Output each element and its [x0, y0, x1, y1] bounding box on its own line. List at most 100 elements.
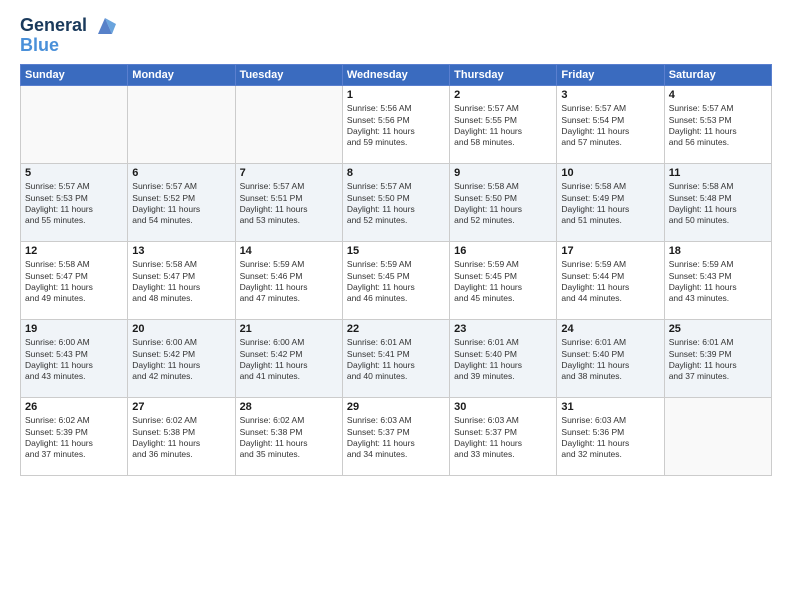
cell-info: Sunrise: 6:02 AM Sunset: 5:38 PM Dayligh…: [132, 415, 230, 461]
day-number: 31: [561, 401, 659, 413]
cell-info: Sunrise: 5:57 AM Sunset: 5:54 PM Dayligh…: [561, 103, 659, 149]
calendar-cell: 22 Sunrise: 6:01 AM Sunset: 5:41 PM Dayli…: [342, 320, 449, 398]
calendar-cell: 2Sunrise: 5:57 AM Sunset: 5:55 PM Daylig…: [450, 86, 557, 164]
day-number: 22: [347, 323, 445, 335]
day-number: 16: [454, 245, 552, 257]
cell-info: Sunrise: 5:56 AM Sunset: 5:56 PM Dayligh…: [347, 103, 445, 149]
weekday-header: Wednesday: [342, 65, 449, 86]
cell-info: Sunrise: 6:01 AM Sunset: 5:40 PM Dayligh…: [454, 337, 552, 383]
weekday-header: Monday: [128, 65, 235, 86]
calendar-table: SundayMondayTuesdayWednesdayThursdayFrid…: [20, 64, 772, 476]
cell-info: Sunrise: 6:00 AM Sunset: 5:43 PM Dayligh…: [25, 337, 123, 383]
calendar-cell: 7Sunrise: 5:57 AM Sunset: 5:51 PM Daylig…: [235, 164, 342, 242]
calendar-cell: 6Sunrise: 5:57 AM Sunset: 5:52 PM Daylig…: [128, 164, 235, 242]
cell-info: Sunrise: 5:58 AM Sunset: 5:50 PM Dayligh…: [454, 181, 552, 227]
page-container: General Blue SundayMondayTuesdayWednesda…: [0, 0, 792, 612]
calendar-cell: 29 Sunrise: 6:03 AM Sunset: 5:37 PM Dayli…: [342, 398, 449, 476]
cell-info: Sunrise: 5:59 AM Sunset: 5:44 PM Dayligh…: [561, 259, 659, 305]
calendar-cell: 17 Sunrise: 5:59 AM Sunset: 5:44 PM Dayli…: [557, 242, 664, 320]
cell-info: Sunrise: 5:58 AM Sunset: 5:48 PM Dayligh…: [669, 181, 767, 227]
calendar-cell: 14 Sunrise: 5:59 AM Sunset: 5:46 PM Dayli…: [235, 242, 342, 320]
calendar-cell: 5 Sunrise: 5:57 AM Sunset: 5:53 PM Daylig…: [21, 164, 128, 242]
calendar-cell: 13 Sunrise: 5:58 AM Sunset: 5:47 PM Dayli…: [128, 242, 235, 320]
day-number: 8: [347, 167, 445, 179]
calendar-cell: 9 Sunrise: 5:58 AM Sunset: 5:50 PM Daylig…: [450, 164, 557, 242]
cell-info: Sunrise: 5:59 AM Sunset: 5:45 PM Dayligh…: [454, 259, 552, 305]
day-number: 28: [240, 401, 338, 413]
day-number: 20: [132, 323, 230, 335]
calendar-cell: 24 Sunrise: 6:01 AM Sunset: 5:40 PM Dayli…: [557, 320, 664, 398]
weekday-header: Sunday: [21, 65, 128, 86]
cell-info: Sunrise: 6:01 AM Sunset: 5:40 PM Dayligh…: [561, 337, 659, 383]
weekday-header: Friday: [557, 65, 664, 86]
calendar-cell: 11 Sunrise: 5:58 AM Sunset: 5:48 PM Dayli…: [664, 164, 771, 242]
calendar-cell: 10Sunrise: 5:58 AM Sunset: 5:49 PM Dayli…: [557, 164, 664, 242]
cell-info: Sunrise: 5:57 AM Sunset: 5:55 PM Dayligh…: [454, 103, 552, 149]
calendar-cell: 26 Sunrise: 6:02 AM Sunset: 5:39 PM Dayli…: [21, 398, 128, 476]
day-number: 15: [347, 245, 445, 257]
cell-info: Sunrise: 6:00 AM Sunset: 5:42 PM Dayligh…: [132, 337, 230, 383]
calendar-cell: [664, 398, 771, 476]
logo-blue: Blue: [20, 36, 116, 56]
calendar-cell: 15 Sunrise: 5:59 AM Sunset: 5:45 PM Dayli…: [342, 242, 449, 320]
weekday-header: Saturday: [664, 65, 771, 86]
calendar-cell: 27 Sunrise: 6:02 AM Sunset: 5:38 PM Dayli…: [128, 398, 235, 476]
calendar-cell: [21, 86, 128, 164]
calendar-cell: 30 Sunrise: 6:03 AM Sunset: 5:37 PM Dayli…: [450, 398, 557, 476]
day-number: 12: [25, 245, 123, 257]
cell-info: Sunrise: 6:01 AM Sunset: 5:39 PM Dayligh…: [669, 337, 767, 383]
day-number: 18: [669, 245, 767, 257]
header: General Blue: [20, 16, 772, 56]
day-number: 19: [25, 323, 123, 335]
calendar-cell: 3 Sunrise: 5:57 AM Sunset: 5:54 PM Daylig…: [557, 86, 664, 164]
day-number: 26: [25, 401, 123, 413]
cell-info: Sunrise: 5:57 AM Sunset: 5:53 PM Dayligh…: [25, 181, 123, 227]
calendar-cell: 31Sunrise: 6:03 AM Sunset: 5:36 PM Dayli…: [557, 398, 664, 476]
cell-info: Sunrise: 5:58 AM Sunset: 5:49 PM Dayligh…: [561, 181, 659, 227]
logo-general: General: [20, 15, 87, 35]
cell-info: Sunrise: 6:02 AM Sunset: 5:39 PM Dayligh…: [25, 415, 123, 461]
calendar-cell: 4Sunrise: 5:57 AM Sunset: 5:53 PM Daylig…: [664, 86, 771, 164]
cell-info: Sunrise: 5:59 AM Sunset: 5:46 PM Dayligh…: [240, 259, 338, 305]
day-number: 23: [454, 323, 552, 335]
cell-info: Sunrise: 5:58 AM Sunset: 5:47 PM Dayligh…: [132, 259, 230, 305]
day-number: 11: [669, 167, 767, 179]
calendar-cell: 23 Sunrise: 6:01 AM Sunset: 5:40 PM Dayli…: [450, 320, 557, 398]
day-number: 30: [454, 401, 552, 413]
day-number: 17: [561, 245, 659, 257]
calendar-week-row: 12 Sunrise: 5:58 AM Sunset: 5:47 PM Dayli…: [21, 242, 772, 320]
calendar-cell: 12 Sunrise: 5:58 AM Sunset: 5:47 PM Dayli…: [21, 242, 128, 320]
logo-icon: [94, 16, 116, 36]
cell-info: Sunrise: 6:03 AM Sunset: 5:37 PM Dayligh…: [454, 415, 552, 461]
logo: General Blue: [20, 16, 116, 56]
weekday-header-row: SundayMondayTuesdayWednesdayThursdayFrid…: [21, 65, 772, 86]
cell-info: Sunrise: 5:57 AM Sunset: 5:51 PM Dayligh…: [240, 181, 338, 227]
weekday-header: Thursday: [450, 65, 557, 86]
calendar-cell: 28 Sunrise: 6:02 AM Sunset: 5:38 PM Dayli…: [235, 398, 342, 476]
cell-info: Sunrise: 5:59 AM Sunset: 5:45 PM Dayligh…: [347, 259, 445, 305]
day-number: 27: [132, 401, 230, 413]
day-number: 9: [454, 167, 552, 179]
calendar-cell: 21 Sunrise: 6:00 AM Sunset: 5:42 PM Dayli…: [235, 320, 342, 398]
calendar-week-row: 26 Sunrise: 6:02 AM Sunset: 5:39 PM Dayli…: [21, 398, 772, 476]
day-number: 29: [347, 401, 445, 413]
calendar-cell: 1Sunrise: 5:56 AM Sunset: 5:56 PM Daylig…: [342, 86, 449, 164]
calendar-cell: 16 Sunrise: 5:59 AM Sunset: 5:45 PM Dayli…: [450, 242, 557, 320]
day-number: 4: [669, 89, 767, 101]
calendar-cell: 18Sunrise: 5:59 AM Sunset: 5:43 PM Dayli…: [664, 242, 771, 320]
calendar-body: 1Sunrise: 5:56 AM Sunset: 5:56 PM Daylig…: [21, 86, 772, 476]
calendar-week-row: 5 Sunrise: 5:57 AM Sunset: 5:53 PM Daylig…: [21, 164, 772, 242]
cell-info: Sunrise: 6:03 AM Sunset: 5:37 PM Dayligh…: [347, 415, 445, 461]
cell-info: Sunrise: 5:58 AM Sunset: 5:47 PM Dayligh…: [25, 259, 123, 305]
day-number: 5: [25, 167, 123, 179]
day-number: 25: [669, 323, 767, 335]
cell-info: Sunrise: 5:57 AM Sunset: 5:52 PM Dayligh…: [132, 181, 230, 227]
day-number: 3: [561, 89, 659, 101]
cell-info: Sunrise: 6:01 AM Sunset: 5:41 PM Dayligh…: [347, 337, 445, 383]
cell-info: Sunrise: 6:02 AM Sunset: 5:38 PM Dayligh…: [240, 415, 338, 461]
day-number: 14: [240, 245, 338, 257]
day-number: 21: [240, 323, 338, 335]
cell-info: Sunrise: 6:00 AM Sunset: 5:42 PM Dayligh…: [240, 337, 338, 383]
day-number: 13: [132, 245, 230, 257]
day-number: 24: [561, 323, 659, 335]
